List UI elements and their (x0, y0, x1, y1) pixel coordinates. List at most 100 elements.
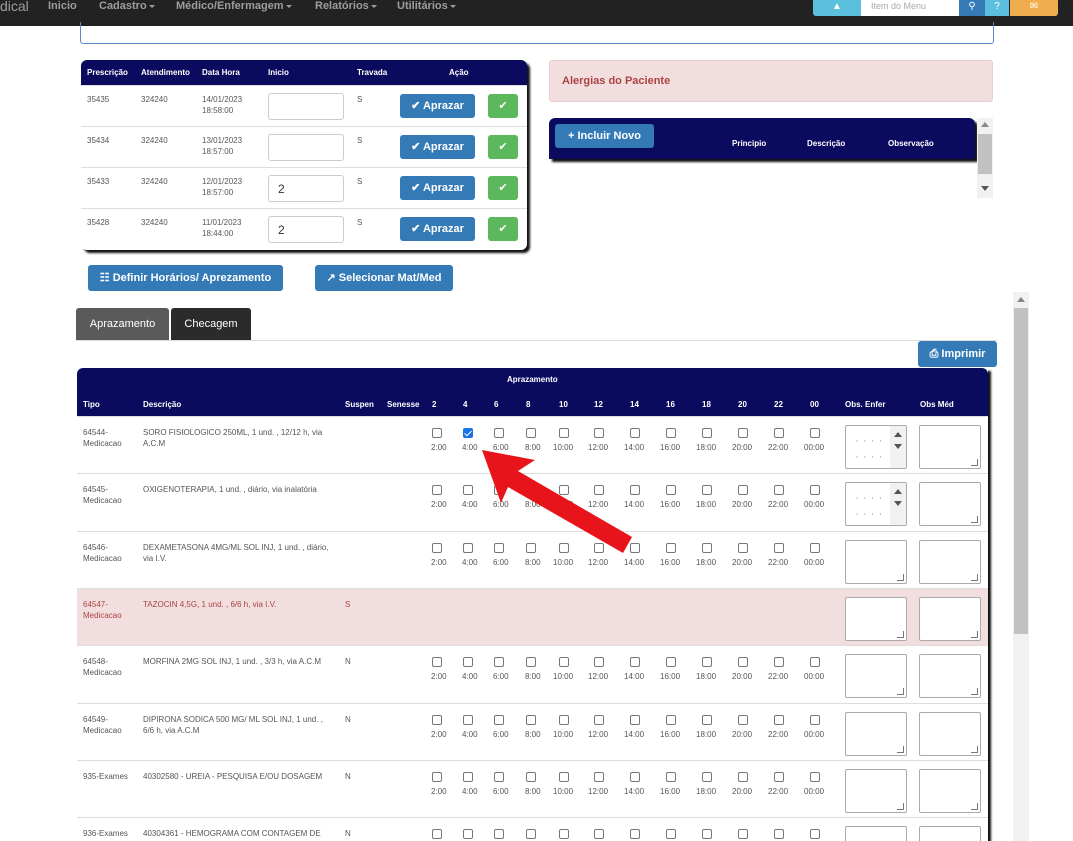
schedule-checkbox[interactable] (666, 829, 676, 840)
schedule-checkbox[interactable] (559, 542, 569, 553)
schedule-checkbox[interactable] (594, 485, 604, 496)
schedule-checkbox[interactable] (810, 485, 820, 496)
nav-item-2[interactable]: Médico/Enfermagem (176, 0, 292, 20)
schedule-checkbox[interactable] (774, 485, 784, 496)
schedule-checkbox[interactable] (810, 542, 820, 553)
schedule-checkbox[interactable] (630, 771, 640, 782)
schedule-checkbox[interactable] (463, 829, 473, 840)
scroll-down-icon[interactable] (894, 444, 902, 449)
schedule-checkbox[interactable] (774, 829, 784, 840)
schedule-checkbox[interactable] (774, 771, 784, 782)
confirm-button[interactable]: ✔ (488, 176, 518, 200)
obs-med-textarea[interactable] (919, 826, 981, 841)
inicio-input[interactable] (268, 134, 344, 161)
schedule-checkbox[interactable] (702, 485, 712, 496)
schedule-checkbox[interactable] (702, 829, 712, 840)
schedule-checkbox[interactable] (738, 771, 748, 782)
schedule-checkbox[interactable] (594, 657, 604, 668)
obs-enfer-textarea[interactable]: , , , , , , , , (845, 425, 907, 469)
schedule-checkbox[interactable] (463, 714, 473, 725)
brand-logo[interactable]: dical (0, 0, 29, 26)
schedule-checkbox[interactable] (463, 771, 473, 782)
nav-item-4[interactable]: Utilitários (397, 0, 456, 20)
schedule-checkbox[interactable] (494, 485, 504, 496)
schedule-checkbox[interactable] (810, 829, 820, 840)
schedule-checkbox[interactable] (526, 542, 536, 553)
aprazar-button[interactable]: ✔ Aprazar (400, 94, 475, 118)
obs-med-textarea[interactable] (919, 596, 981, 641)
scroll-down-icon[interactable] (981, 186, 989, 191)
obs-enfer-textarea[interactable] (845, 826, 907, 841)
schedule-checkbox[interactable] (559, 428, 569, 438)
select-matmed-button[interactable]: ↗ Selecionar Mat/Med (315, 265, 453, 291)
obs-enfer-textarea[interactable] (845, 654, 907, 699)
schedule-checkbox[interactable] (526, 428, 536, 438)
schedule-checkbox[interactable] (630, 428, 640, 438)
schedule-checkbox[interactable] (494, 428, 504, 438)
schedule-checkbox[interactable] (494, 771, 504, 782)
schedule-checkbox[interactable] (774, 657, 784, 668)
obs-enfer-textarea[interactable]: , , , , , , , , (845, 482, 907, 527)
schedule-checkbox[interactable] (666, 485, 676, 496)
schedule-checkbox[interactable] (494, 829, 504, 840)
schedule-checkbox[interactable] (494, 657, 504, 668)
schedule-checkbox[interactable] (702, 542, 712, 553)
schedule-checkbox[interactable] (630, 657, 640, 668)
schedule-checkbox[interactable] (810, 771, 820, 782)
obs-enfer-textarea[interactable] (845, 711, 907, 756)
schedule-checkbox[interactable] (432, 657, 442, 668)
define-schedule-button[interactable]: ☷ Definir Horários/ Aprezamento (88, 265, 283, 291)
schedule-checkbox[interactable] (630, 714, 640, 725)
confirm-button[interactable]: ✔ (488, 135, 518, 159)
nav-item-3[interactable]: Relatórios (315, 0, 377, 20)
obs-med-textarea[interactable] (919, 425, 981, 469)
schedule-checkbox[interactable] (559, 485, 569, 496)
schedule-checkbox[interactable] (702, 714, 712, 725)
add-allergy-button[interactable]: + Incluir Novo (555, 124, 654, 148)
scroll-up-icon[interactable] (894, 432, 902, 437)
schedule-checkbox[interactable] (666, 428, 676, 438)
schedule-checkbox[interactable] (810, 657, 820, 668)
scroll-up-icon[interactable] (981, 122, 989, 127)
obs-scrollbar[interactable] (890, 426, 906, 468)
schedule-checkbox[interactable] (594, 771, 604, 782)
schedule-checkbox[interactable] (526, 485, 536, 496)
schedule-checkbox[interactable] (463, 485, 473, 496)
schedule-checkbox[interactable] (810, 714, 820, 725)
schedule-checkbox[interactable] (526, 829, 536, 840)
page-scroll-up-icon[interactable] (1017, 297, 1025, 302)
scroll-thumb[interactable] (978, 134, 992, 174)
inicio-input[interactable]: 2 (268, 175, 344, 202)
schedule-checkbox[interactable] (432, 485, 442, 496)
schedule-checkbox[interactable] (630, 829, 640, 840)
aprazar-button[interactable]: ✔ Aprazar (400, 217, 475, 241)
inicio-input[interactable]: 2 (268, 216, 344, 243)
confirm-button[interactable]: ✔ (488, 217, 518, 241)
schedule-checkbox[interactable] (702, 428, 712, 438)
schedule-checkbox[interactable] (630, 485, 640, 496)
schedule-checkbox[interactable] (559, 829, 569, 840)
inicio-input[interactable] (268, 93, 344, 120)
tab-aprazamento[interactable]: Aprazamento (76, 308, 169, 341)
confirm-button[interactable]: ✔ (488, 94, 518, 118)
obs-enfer-textarea[interactable] (845, 596, 907, 641)
mail-button[interactable]: ✉ (1010, 0, 1058, 16)
schedule-checkbox[interactable] (702, 771, 712, 782)
tab-checagem[interactable]: Checagem (171, 308, 251, 341)
schedule-checkbox[interactable] (494, 714, 504, 725)
schedule-checkbox[interactable] (559, 657, 569, 668)
schedule-checkbox[interactable] (463, 657, 473, 668)
schedule-checkbox[interactable] (738, 829, 748, 840)
scroll-up-icon[interactable] (894, 489, 902, 495)
schedule-checkbox[interactable] (702, 657, 712, 668)
menu-search-input[interactable]: Item do Menu (861, 0, 959, 16)
schedule-checkbox[interactable] (666, 714, 676, 725)
schedule-checkbox[interactable] (774, 714, 784, 725)
schedule-checkbox[interactable] (559, 771, 569, 782)
aprazar-button[interactable]: ✔ Aprazar (400, 176, 475, 200)
schedule-checkbox[interactable] (463, 542, 473, 553)
schedule-checkbox[interactable] (432, 829, 442, 840)
search-button[interactable]: ⚲ (959, 0, 985, 16)
schedule-checkbox[interactable] (526, 657, 536, 668)
schedule-checkbox[interactable] (774, 428, 784, 438)
